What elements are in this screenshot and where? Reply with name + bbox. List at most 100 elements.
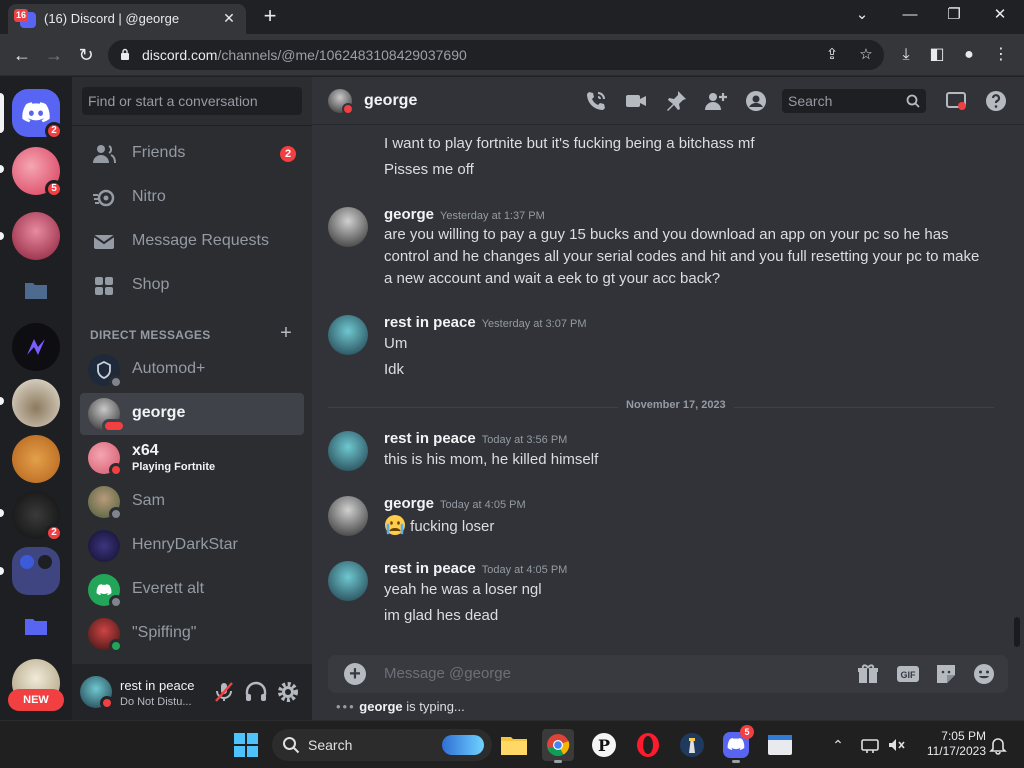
add-friends-to-dm-icon[interactable] — [704, 89, 728, 113]
scrollbar-thumb[interactable] — [1014, 617, 1020, 647]
reload-icon[interactable]: ↻ — [74, 43, 98, 67]
gift-icon[interactable] — [856, 662, 880, 686]
message-avatar[interactable] — [328, 431, 368, 471]
server-icon[interactable]: 5 — [12, 147, 63, 198]
svg-text:GIF: GIF — [901, 670, 917, 680]
friends-count-badge: 2 — [280, 146, 296, 162]
server-icon[interactable] — [12, 212, 60, 260]
server-icon[interactable] — [12, 323, 60, 371]
home-button[interactable]: 2 — [12, 89, 63, 140]
app-p-icon[interactable]: P — [588, 729, 620, 761]
discord-notification-badge: 5 — [740, 725, 754, 739]
message-author[interactable]: rest in peace Today at 4:05 PM — [384, 560, 567, 577]
bookmark-star-icon[interactable]: ☆ — [856, 45, 876, 65]
message-avatar[interactable] — [328, 496, 368, 536]
crying-emoji-icon — [385, 515, 405, 535]
dm-item-george[interactable]: george — [80, 393, 304, 435]
voice-call-icon[interactable] — [584, 89, 608, 113]
tab-notification-badge: 16 — [14, 9, 28, 22]
message-author[interactable]: rest in peace Today at 3:56 PM — [384, 430, 567, 447]
user-profile-icon[interactable] — [744, 89, 768, 113]
browser-tab[interactable]: 16 (16) Discord | @george ✕ — [8, 4, 246, 34]
dm-item-spiffing[interactable]: "Spiffing" — [80, 613, 304, 655]
discord-taskbar-icon[interactable]: 5 — [720, 725, 754, 763]
file-explorer-icon[interactable] — [498, 729, 530, 761]
message-avatar[interactable] — [328, 207, 368, 247]
message-author[interactable]: george Yesterday at 1:37 PM — [384, 206, 545, 223]
taskbar-search[interactable]: Search — [272, 729, 492, 761]
help-icon[interactable] — [984, 89, 1008, 113]
chrome-taskbar-icon[interactable] — [542, 729, 574, 763]
restore-icon[interactable]: ❐ — [942, 4, 966, 26]
download-icon[interactable]: ⤓ — [895, 44, 917, 66]
app-window-icon[interactable] — [764, 729, 796, 761]
dm-item-everett-alt[interactable]: Everett alt — [80, 569, 304, 611]
create-dm-plus-icon[interactable]: + — [276, 323, 296, 343]
gif-icon[interactable]: GIF — [896, 662, 920, 686]
dm-sidebar: Find or start a conversation Friends 2 N… — [72, 77, 312, 720]
message-input[interactable]: Message @george — [384, 665, 511, 682]
dm-item-automod[interactable]: Automod+ — [80, 349, 304, 391]
server-folder-group[interactable] — [12, 547, 60, 595]
dm-item-henrydarkstar[interactable]: HenryDarkStar — [80, 525, 304, 567]
server-icon[interactable] — [12, 379, 60, 427]
tab-close-icon[interactable]: ✕ — [220, 9, 238, 27]
server-folder[interactable] — [12, 603, 60, 651]
add-attachment-plus-icon[interactable]: + — [344, 663, 366, 685]
side-panel-icon[interactable]: ◧ — [926, 44, 948, 66]
date-divider-text: November 17, 2023 — [618, 399, 734, 411]
new-tab-button[interactable]: + — [258, 5, 282, 29]
dm-name: Automod+ — [132, 360, 206, 377]
pinned-messages-icon[interactable] — [664, 89, 688, 113]
message-author[interactable]: rest in peace Yesterday at 3:07 PM — [384, 314, 587, 331]
find-conversation-input[interactable]: Find or start a conversation — [82, 87, 302, 115]
dm-item-sam[interactable]: Sam — [80, 481, 304, 523]
message-author[interactable]: george Today at 4:05 PM — [384, 495, 526, 512]
video-call-icon[interactable] — [624, 89, 648, 113]
dm-item-x64[interactable]: x64 Playing Fortnite — [80, 437, 304, 479]
message-avatar[interactable] — [328, 315, 368, 355]
network-icon[interactable] — [860, 735, 880, 755]
notification-bell-icon[interactable] — [988, 735, 1008, 755]
folder-icon — [25, 283, 47, 299]
unread-pill — [0, 397, 4, 405]
settings-gear-icon[interactable] — [276, 680, 300, 704]
back-icon[interactable]: ← — [10, 43, 34, 67]
dm-name: george — [132, 404, 186, 421]
inbox-icon[interactable] — [944, 89, 968, 113]
headphones-icon[interactable] — [244, 680, 268, 704]
mini-server-icon — [38, 555, 52, 569]
server-icon[interactable] — [12, 435, 60, 483]
minimize-icon[interactable]: — — [898, 4, 922, 26]
system-clock[interactable]: 7:05 PM 11/17/2023 — [916, 729, 986, 759]
folder-icon — [25, 619, 47, 635]
server-icon[interactable]: 2 — [12, 491, 63, 542]
chat-search-input[interactable]: Search — [782, 89, 926, 113]
user-panel: rest in peace Do Not Distu... — [72, 664, 312, 720]
app-lighthouse-icon[interactable] — [676, 729, 708, 761]
divider — [72, 125, 312, 126]
windows-start-icon[interactable] — [230, 729, 262, 761]
tab-title: (16) Discord | @george — [44, 11, 180, 26]
emoji-picker-icon[interactable] — [972, 662, 996, 686]
sticker-icon[interactable] — [934, 662, 958, 686]
forward-icon[interactable]: → — [42, 43, 66, 67]
show-hidden-icons-chevron-icon[interactable]: ⌃ — [828, 735, 848, 755]
nav-friends[interactable]: Friends 2 — [80, 133, 304, 175]
menu-dots-icon[interactable]: ⋮ — [990, 44, 1012, 66]
mute-microphone-icon[interactable] — [212, 680, 236, 704]
close-window-icon[interactable]: ✕ — [988, 4, 1012, 26]
tab-search-chevron-icon[interactable]: ⌄ — [850, 4, 874, 26]
opera-icon[interactable] — [632, 729, 664, 761]
message-composer[interactable]: + Message @george GIF — [328, 655, 1008, 693]
message-avatar[interactable] — [328, 561, 368, 601]
share-icon[interactable]: ⇪ — [822, 45, 842, 65]
server-folder[interactable] — [12, 267, 60, 315]
nav-message-requests[interactable]: Message Requests — [80, 221, 304, 263]
nav-nitro[interactable]: Nitro — [80, 177, 304, 219]
nav-shop[interactable]: Shop — [80, 265, 304, 307]
profile-icon[interactable]: ● — [958, 44, 980, 66]
sound-muted-icon[interactable] — [886, 735, 906, 755]
message-timestamp: Today at 3:56 PM — [481, 434, 568, 446]
address-bar[interactable]: discord.com/channels/@me/106248310842903… — [108, 40, 884, 70]
